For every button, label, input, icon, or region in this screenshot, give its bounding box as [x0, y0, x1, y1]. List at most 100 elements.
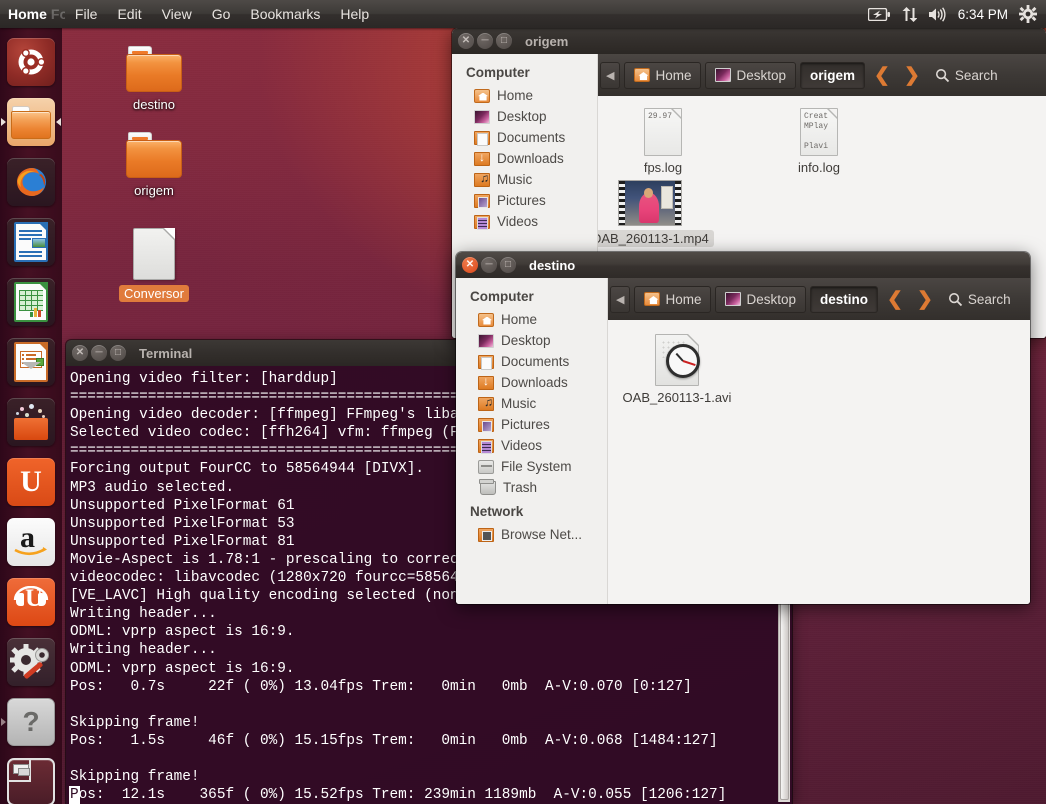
search-button[interactable]: Search — [948, 292, 1011, 307]
menu-file[interactable]: File — [65, 4, 108, 24]
sidebar-item-downloads[interactable]: Downloads — [456, 372, 607, 393]
maximize-icon[interactable]: □ — [110, 345, 126, 361]
breadcrumb-current[interactable]: destino — [810, 285, 879, 313]
question-mark-icon: ? — [7, 698, 55, 746]
window-titlebar[interactable]: ✕ ─ □ destino — [456, 252, 1030, 278]
clock[interactable]: 6:34 PM — [958, 7, 1008, 22]
ubuntu-logo-icon — [7, 38, 55, 86]
file-item-fps-log[interactable]: 29.97 fps.log — [608, 108, 718, 175]
window-title: origem — [525, 33, 569, 49]
breadcrumb-desktop[interactable]: Desktop — [715, 285, 807, 313]
breadcrumb-desktop[interactable]: Desktop — [705, 61, 797, 89]
path-bar[interactable]: ◀ Home Desktop origem ❮ ❯ Search — [598, 54, 1046, 96]
menu-go[interactable]: Go — [202, 4, 241, 24]
launcher-item-libreoffice-impress[interactable] — [0, 332, 62, 392]
breadcrumb-home[interactable]: Home — [634, 285, 712, 313]
desktop-icon-label: origem — [134, 183, 174, 198]
sidebar-item-trash[interactable]: Trash — [456, 477, 607, 498]
sidebar-item-downloads[interactable]: Downloads — [452, 148, 597, 169]
launcher-item-amazon[interactable]: a — [0, 512, 62, 572]
file-item-info-log[interactable]: Creat MPlay Plavi info.log — [764, 108, 874, 175]
pathbar-scroll-left-icon[interactable]: ◀ — [600, 61, 621, 89]
forward-button[interactable]: ❯ — [912, 288, 938, 311]
launcher-item-files[interactable] — [0, 92, 62, 152]
launcher-item-help[interactable]: ? — [0, 692, 62, 752]
launcher-item-ubuntu-software-center[interactable]: U — [0, 452, 62, 512]
sidebar-item-desktop[interactable]: Desktop — [456, 330, 607, 351]
document-icon — [133, 228, 175, 280]
minimize-icon[interactable]: ─ — [91, 345, 107, 361]
forward-button[interactable]: ❯ — [899, 64, 925, 87]
maximize-icon[interactable]: □ — [496, 33, 512, 49]
sidebar-item-documents[interactable]: Documents — [456, 351, 607, 372]
menu-edit[interactable]: Edit — [107, 4, 151, 24]
close-icon[interactable]: ✕ — [72, 345, 88, 361]
sidebar-heading-computer: Computer — [470, 289, 534, 304]
desktop-icon-origem[interactable]: origem — [106, 132, 202, 198]
network-icon — [478, 527, 494, 542]
sidebar-item-music[interactable]: Music — [456, 393, 607, 414]
maximize-icon[interactable]: □ — [500, 257, 516, 273]
sidebar-item-home[interactable]: Home — [452, 85, 597, 106]
home-icon — [478, 312, 494, 327]
launcher-item-libreoffice-writer[interactable] — [0, 212, 62, 272]
launcher-item-firefox[interactable] — [0, 152, 62, 212]
top-panel[interactable]: Home Fo File Edit View Go Bookmarks Help — [0, 0, 1046, 28]
menu-help[interactable]: Help — [330, 4, 379, 24]
volume-icon[interactable] — [928, 6, 947, 22]
sidebar-item-videos[interactable]: Videos — [456, 435, 607, 456]
launcher-item-workspace-switcher[interactable] — [0, 752, 62, 804]
close-icon[interactable]: ✕ — [462, 257, 478, 273]
desktop-icon-conversor[interactable]: Conversor — [106, 228, 202, 302]
search-label: Search — [967, 291, 1011, 307]
sidebar-item-pictures[interactable]: Pictures — [452, 190, 597, 211]
panel-app-name: Home — [8, 6, 47, 22]
file-item-oab-avi[interactable]: OAB_260113-1.avi — [622, 334, 732, 405]
sidebar-item-browse-network[interactable]: Browse Net... — [456, 524, 607, 545]
breadcrumb-current[interactable]: origem — [800, 61, 866, 89]
menu-view[interactable]: View — [152, 4, 202, 24]
sidebar-item-pictures[interactable]: Pictures — [456, 414, 607, 435]
folder-icon — [126, 46, 182, 92]
window-titlebar[interactable]: ✕ ─ □ origem — [452, 28, 1046, 54]
sidebar-item-label: Music — [497, 172, 533, 187]
places-sidebar[interactable]: Computer Home Desktop Documents Download… — [456, 278, 608, 604]
search-icon — [935, 68, 950, 82]
back-button[interactable]: ❮ — [882, 288, 908, 311]
minimize-icon[interactable]: ─ — [481, 257, 497, 273]
pathbar-scroll-left-icon[interactable]: ◀ — [610, 285, 631, 313]
panel-app-name-truncated: Fo — [50, 6, 65, 22]
gear-icon[interactable] — [1019, 5, 1037, 23]
launcher-item-ubuntu-one-music[interactable]: U — [0, 572, 62, 632]
menu-bookmarks[interactable]: Bookmarks — [240, 4, 330, 24]
unity-launcher[interactable]: U a U ? — [0, 28, 62, 804]
downloads-icon — [474, 150, 490, 166]
launcher-item-libreoffice-calc[interactable] — [0, 272, 62, 332]
launcher-item-dash-home[interactable] — [0, 32, 62, 92]
sidebar-item-videos[interactable]: Videos — [452, 211, 597, 232]
running-indicator-icon — [1, 718, 6, 726]
network-icon[interactable] — [901, 6, 917, 22]
launcher-item-system-settings[interactable] — [0, 632, 62, 692]
breadcrumb-home[interactable]: Home — [624, 61, 702, 89]
focused-indicator-icon — [56, 118, 61, 126]
sidebar-item-file-system[interactable]: File System — [456, 456, 607, 477]
software-center-bag-icon — [7, 398, 55, 446]
sidebar-item-desktop[interactable]: Desktop — [452, 106, 597, 127]
battery-icon[interactable] — [867, 7, 890, 21]
launcher-item-ubuntu-software-center-top[interactable] — [0, 392, 62, 452]
path-bar[interactable]: ◀ Home Desktop destino ❮ ❯ Search — [608, 278, 1030, 320]
minimize-icon[interactable]: ─ — [477, 33, 493, 49]
terminal-line: Pos: 1.5s 46f ( 0%) 15.15fps Trem: 0min … — [70, 732, 718, 749]
sidebar-item-home[interactable]: Home — [456, 309, 607, 330]
back-button[interactable]: ❮ — [869, 64, 895, 87]
sidebar-item-documents[interactable]: Documents — [452, 127, 597, 148]
close-icon[interactable]: ✕ — [458, 33, 474, 49]
folder-icon — [7, 98, 55, 146]
sidebar-item-music[interactable]: Music — [452, 169, 597, 190]
file-list-area[interactable]: OAB_260113-1.avi — [608, 320, 1030, 604]
desktop-icon-destino[interactable]: destino — [106, 46, 202, 112]
search-button[interactable]: Search — [935, 68, 998, 83]
file-item-oab-mp4[interactable]: OAB_260113-1.mp4 — [598, 180, 714, 247]
file-manager-window-destino[interactable]: ✕ ─ □ destino Computer Home Desktop Docu… — [456, 252, 1030, 604]
